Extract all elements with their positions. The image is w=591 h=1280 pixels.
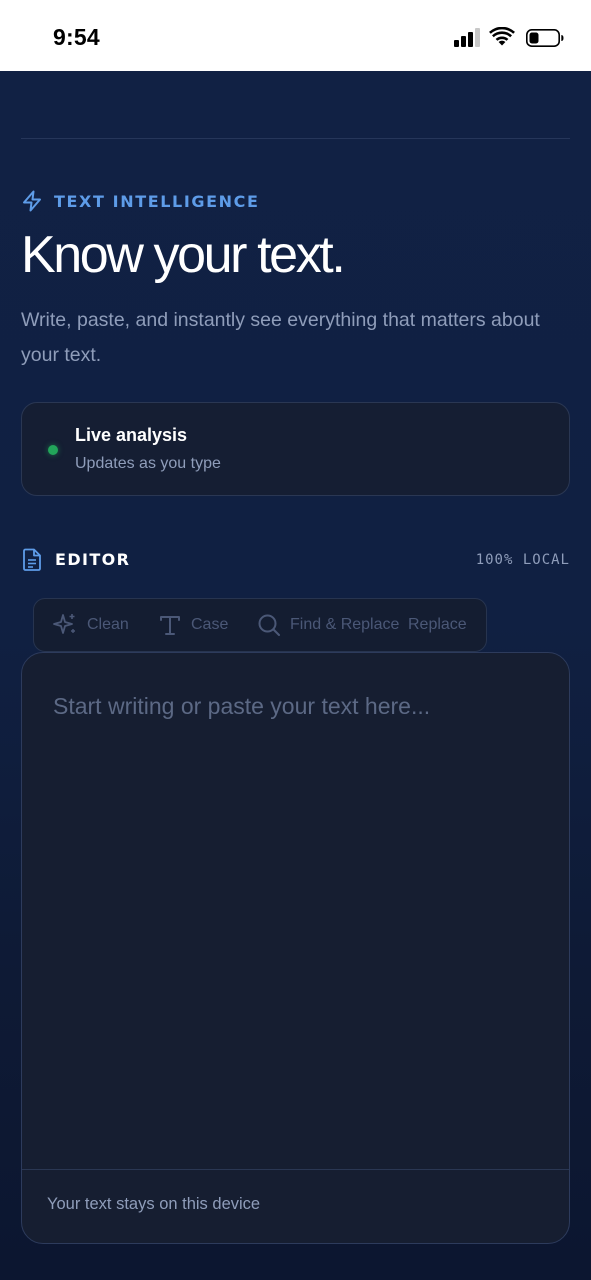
status-bar: 9:54	[0, 0, 591, 71]
editor-textarea[interactable]: Start writing or paste your text here...…	[21, 652, 570, 1244]
editor-header: EDITOR 100% LOCAL	[22, 547, 570, 573]
status-time: 9:54	[53, 24, 100, 50]
live-analysis-card: Live analysis Updates as you type	[21, 402, 570, 496]
find-replace-button[interactable]: Find & Replace	[257, 599, 399, 651]
clean-button[interactable]: Clean	[52, 599, 129, 651]
document-icon	[23, 548, 41, 571]
lightning-bolt-icon	[23, 190, 41, 212]
replace-button[interactable]: Replace	[408, 599, 467, 651]
editor-footer: Your text stays on this device	[22, 1169, 569, 1243]
privacy-note: Your text stays on this device	[47, 1195, 261, 1213]
live-analysis-title: Live analysis	[75, 425, 188, 445]
live-status-dot	[48, 445, 58, 455]
sparkle-icon	[53, 614, 75, 634]
search-icon	[258, 614, 280, 636]
editor-toolbar: Clean Case Find & Replace Replace	[33, 598, 487, 652]
eyebrow: TEXT INTELLIGENCE	[22, 189, 260, 213]
text-type-icon	[160, 616, 180, 635]
page-subtitle: Write, paste, and instantly see everythi…	[21, 309, 540, 366]
case-label: Case	[191, 616, 229, 633]
editor-label: EDITOR	[55, 550, 131, 569]
find-replace-label: Find & Replace	[290, 616, 400, 633]
wifi-icon	[489, 27, 515, 46]
replace-label: Replace	[408, 616, 467, 633]
eyebrow-label: TEXT INTELLIGENCE	[54, 191, 260, 211]
case-button[interactable]: Case	[158, 599, 228, 651]
editor-placeholder: Start writing or paste your text here...	[53, 693, 431, 719]
battery-icon	[526, 29, 564, 47]
app-content: TEXT INTELLIGENCE Know your text. Write,…	[0, 71, 591, 1280]
divider	[21, 138, 570, 139]
page-title: Know your text.	[21, 226, 346, 284]
clean-label: Clean	[87, 616, 129, 633]
cellular-signal-icon	[454, 28, 480, 47]
live-analysis-subtitle: Updates as you type	[75, 455, 221, 472]
local-badge: 100% LOCAL	[475, 552, 570, 568]
